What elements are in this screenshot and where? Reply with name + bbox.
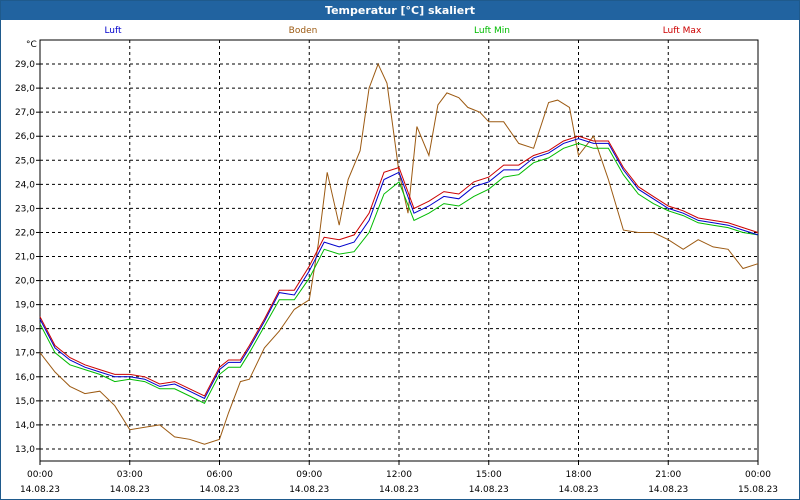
x-tick-date: 14.08.23 bbox=[558, 485, 598, 495]
x-tick-date: 14.08.23 bbox=[379, 485, 419, 495]
y-tick-label: 28,0 bbox=[15, 84, 35, 94]
y-tick-label: 23,0 bbox=[15, 204, 35, 214]
legend-entry: Boden bbox=[289, 26, 318, 36]
x-tick-time: 00:00 bbox=[27, 470, 53, 480]
series-line-luft-max bbox=[39, 135, 759, 397]
y-tick-label: 22,0 bbox=[15, 228, 35, 238]
x-tick-time: 09:00 bbox=[296, 470, 322, 480]
x-axis-ticks: 00:00 14.08.23 03:00 14.08.23 06:00 14.08.23 0… bbox=[20, 461, 778, 495]
series-lines bbox=[39, 62, 759, 445]
x-tick-date: 14.08.23 bbox=[20, 485, 60, 495]
legend: Luft Boden Luft Min Luft Max bbox=[104, 26, 702, 36]
x-tick-time: 12:00 bbox=[386, 470, 412, 480]
y-tick-label: 25,0 bbox=[15, 156, 35, 166]
legend-entry: Luft Max bbox=[663, 26, 702, 36]
y-unit-label: °C bbox=[26, 40, 37, 50]
temperature-chart: 13,0 14,0 15,0 16,0 17,0 18,0 19,0 20,0 21,0 22,0… bbox=[15, 26, 778, 495]
y-tick-label: 20,0 bbox=[15, 277, 35, 287]
legend-entry: Luft bbox=[104, 26, 122, 36]
grid-lines bbox=[40, 40, 758, 461]
y-tick-label: 14,0 bbox=[15, 421, 35, 431]
y-axis-ticks: 13,0 14,0 15,0 16,0 17,0 18,0 19,0 20,0 21,0 22,0… bbox=[15, 60, 40, 455]
y-tick-label: 24,0 bbox=[15, 180, 35, 190]
y-tick-label: 15,0 bbox=[15, 397, 35, 407]
x-tick-time: 15:00 bbox=[476, 470, 502, 480]
y-tick-label: 17,0 bbox=[15, 349, 35, 359]
x-tick-date: 14.08.23 bbox=[110, 485, 150, 495]
legend-entry: Luft Min bbox=[474, 26, 510, 36]
y-tick-label: 13,0 bbox=[15, 445, 35, 455]
x-tick-time: 00:00 bbox=[745, 470, 771, 480]
series-line-boden bbox=[39, 62, 759, 445]
y-tick-label: 19,0 bbox=[15, 301, 35, 311]
y-tick-label: 27,0 bbox=[15, 108, 35, 118]
x-tick-time: 18:00 bbox=[566, 470, 592, 480]
y-tick-label: 26,0 bbox=[15, 132, 35, 142]
y-tick-label: 16,0 bbox=[15, 373, 35, 383]
y-tick-label: 21,0 bbox=[15, 253, 35, 263]
x-tick-date: 14.08.23 bbox=[289, 485, 329, 495]
x-tick-time: 06:00 bbox=[207, 470, 233, 480]
x-tick-date: 15.08.23 bbox=[738, 485, 778, 495]
x-tick-date: 14.08.23 bbox=[469, 485, 509, 495]
y-tick-label: 29,0 bbox=[15, 60, 35, 70]
y-tick-label: 18,0 bbox=[15, 325, 35, 335]
x-tick-date: 14.08.23 bbox=[648, 485, 688, 495]
x-tick-time: 21:00 bbox=[655, 470, 681, 480]
x-tick-time: 03:00 bbox=[117, 470, 143, 480]
x-tick-date: 14.08.23 bbox=[199, 485, 239, 495]
